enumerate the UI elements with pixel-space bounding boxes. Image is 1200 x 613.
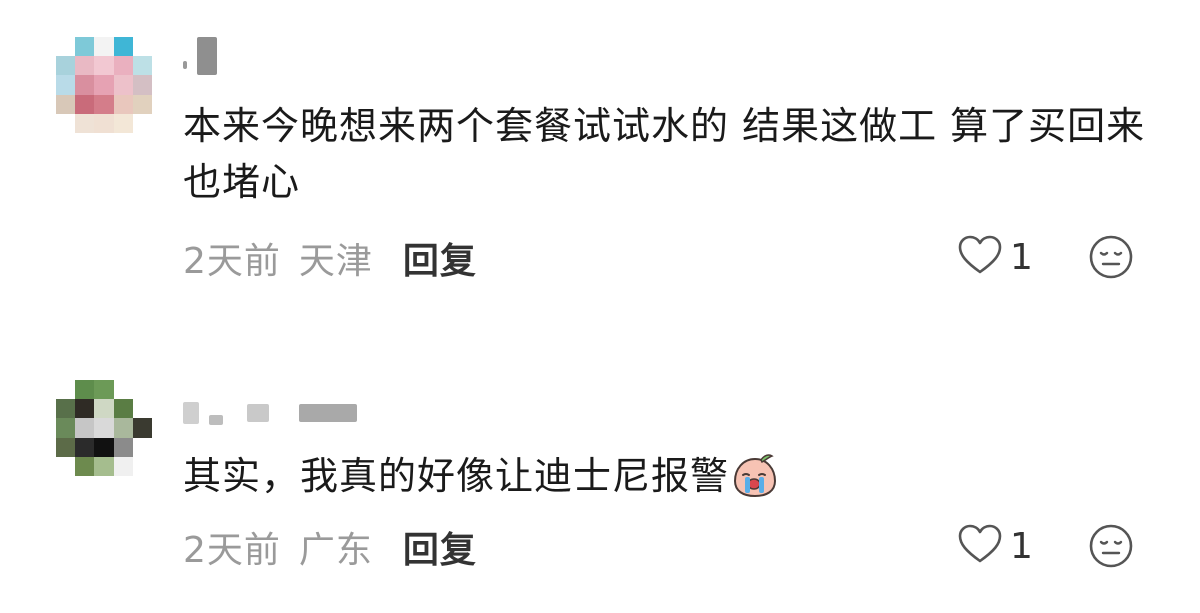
- reply-button[interactable]: 回复: [403, 232, 477, 284]
- avatar[interactable]: [56, 37, 152, 133]
- avatar[interactable]: [56, 380, 152, 476]
- heart-icon: [958, 235, 1002, 279]
- comment-item: 本来今晚想来两个套餐试试水的 结果这做工 算了买回来也堵心 2天前 天津 回复 …: [0, 0, 1200, 300]
- meh-face-icon: [1089, 524, 1133, 568]
- comment-text: 本来今晚想来两个套餐试试水的 结果这做工 算了买回来也堵心: [183, 104, 1146, 204]
- username-redacted[interactable]: [183, 395, 357, 431]
- dislike-button[interactable]: [1088, 234, 1134, 280]
- comment-text-content: 其实，我真的好像让迪士尼报警: [183, 454, 730, 498]
- meh-face-icon: [1089, 235, 1133, 279]
- dislike-button[interactable]: [1088, 523, 1134, 569]
- heart-icon: [958, 524, 1002, 568]
- crying-peach-emoji-icon: [734, 454, 777, 498]
- comment-meta: 2天前 广东 回复: [183, 522, 477, 572]
- comment-time: 2天前: [183, 530, 281, 571]
- comment-location: 天津: [298, 241, 373, 282]
- reply-button[interactable]: 回复: [403, 521, 477, 573]
- comment-item: 其实，我真的好像让迪士尼报警 2天前 广东 回复 1: [0, 300, 1200, 613]
- like-button[interactable]: 1: [958, 232, 1033, 282]
- like-count: 1: [1010, 236, 1033, 278]
- like-count: 1: [1010, 525, 1033, 567]
- username-redacted[interactable]: [183, 37, 217, 75]
- comment-location: 广东: [298, 530, 373, 571]
- comment-text: 其实，我真的好像让迪士尼报警: [183, 448, 1163, 504]
- comment-time: 2天前: [183, 241, 281, 282]
- like-button[interactable]: 1: [958, 521, 1033, 571]
- comment-meta: 2天前 天津 回复: [183, 233, 477, 283]
